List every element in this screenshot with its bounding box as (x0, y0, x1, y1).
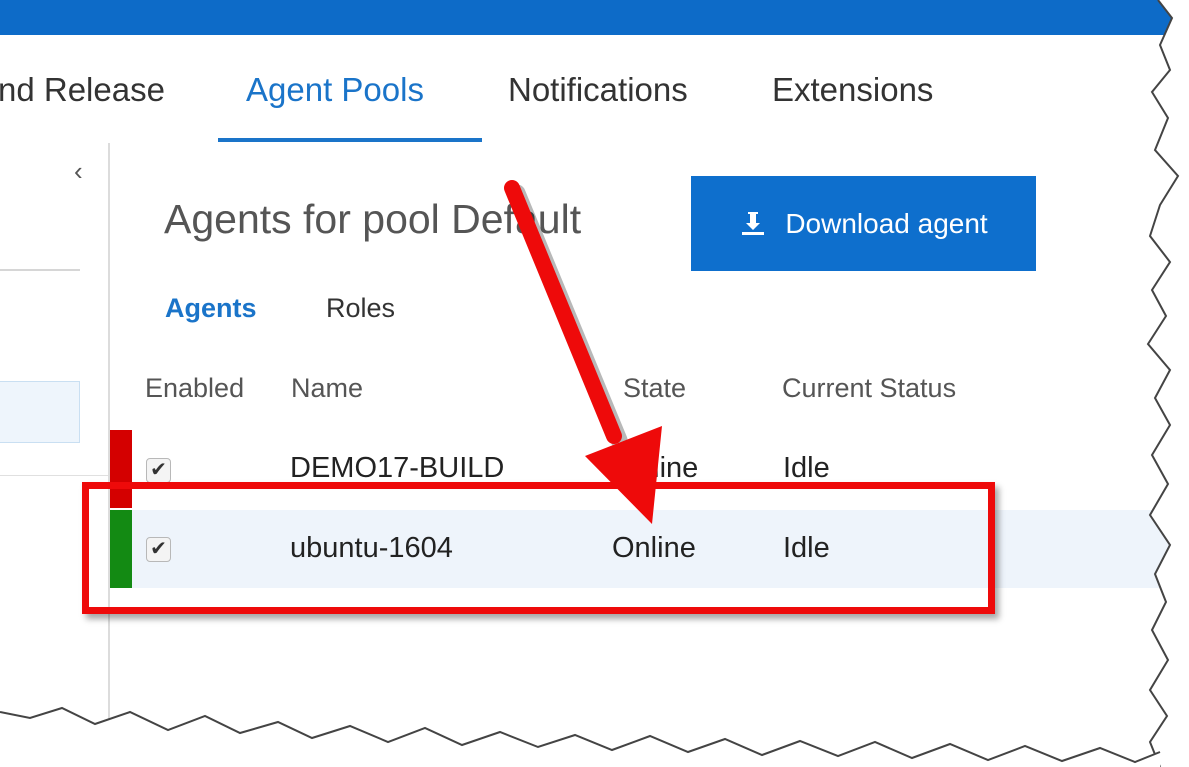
download-agent-button[interactable]: Download agent (691, 176, 1036, 271)
top-nav-bar (0, 0, 1189, 35)
tab-agents[interactable]: Agents (165, 293, 257, 324)
enabled-checkbox[interactable]: ✔ (146, 458, 171, 483)
tab-notifications[interactable]: Notifications (508, 71, 688, 109)
sidebar-divider (0, 269, 80, 271)
column-header-enabled[interactable]: Enabled (145, 373, 244, 404)
pools-sidebar: ‹ (0, 143, 110, 767)
tab-roles[interactable]: Roles (326, 293, 395, 324)
agent-name: DEMO17-BUILD (290, 452, 505, 484)
collapse-chevron-icon[interactable]: ‹ (74, 156, 83, 187)
agent-current-status: Idle (783, 452, 830, 484)
sidebar-divider (0, 475, 108, 476)
agent-state: Offline (615, 452, 699, 484)
annotation-highlight-box (82, 482, 995, 614)
download-agent-label: Download agent (785, 207, 988, 239)
active-tab-indicator (218, 138, 482, 142)
column-header-current-status[interactable]: Current Status (782, 373, 956, 404)
settings-tabs: nd Release Agent Pools Notifications Ext… (0, 35, 1189, 143)
tab-agent-pools[interactable]: Agent Pools (246, 71, 424, 109)
column-header-name[interactable]: Name (291, 373, 363, 404)
sidebar-item-selected-pool[interactable] (0, 381, 80, 443)
column-header-state[interactable]: State (623, 373, 686, 404)
download-icon (742, 211, 765, 235)
page-title: Agents for pool Default (164, 196, 582, 242)
tab-extensions[interactable]: Extensions (772, 71, 933, 109)
tab-build-and-release[interactable]: nd Release (0, 71, 165, 109)
